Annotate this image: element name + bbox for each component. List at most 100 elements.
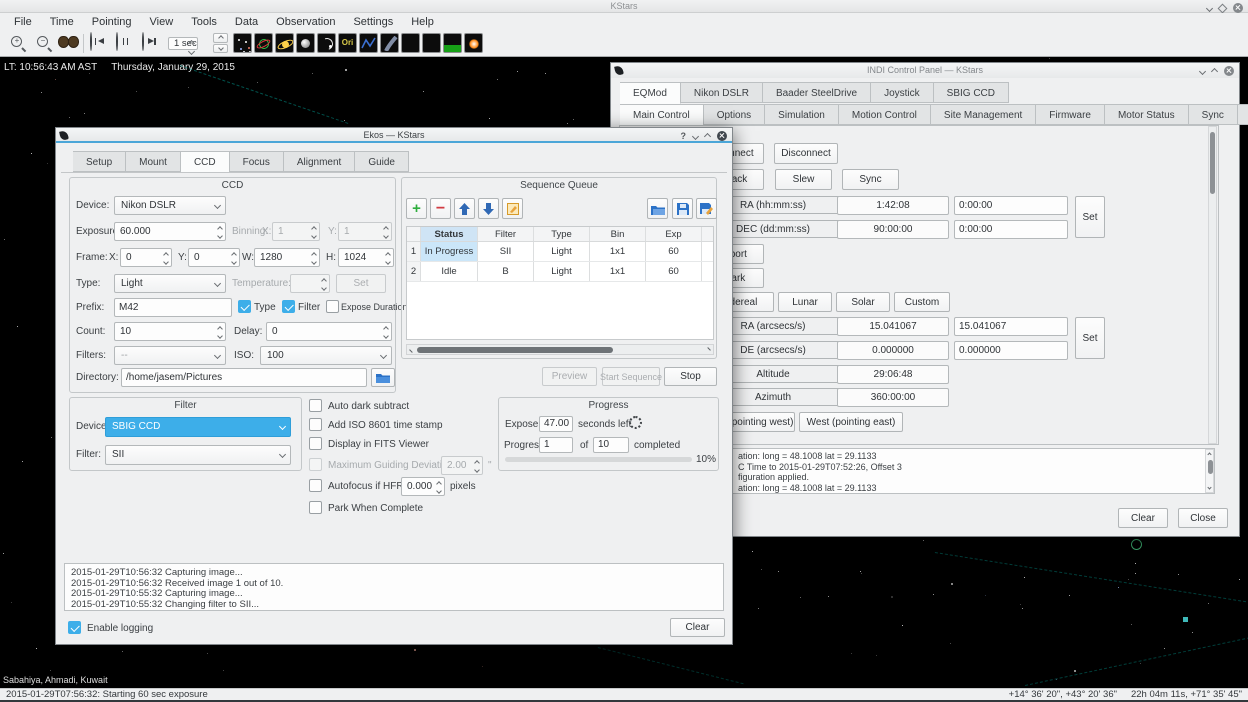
lunar-button[interactable]: Lunar (778, 292, 832, 312)
increase-step-icon[interactable] (213, 33, 228, 43)
ekos-tab[interactable]: CCD (181, 151, 230, 173)
ekos-tab[interactable]: Guide (355, 151, 409, 172)
indi-sub-tab[interactable]: Main Control (620, 104, 704, 126)
browse-directory-button[interactable] (371, 368, 395, 387)
indi-sub-tab[interactable]: Motion Control (839, 104, 931, 125)
constellation-lines-toggle-icon[interactable] (359, 33, 378, 53)
comets-toggle-icon[interactable] (317, 33, 336, 53)
indi-sub-tab[interactable]: Firmware (1036, 104, 1105, 125)
stop-button[interactable]: Stop (664, 367, 717, 386)
indi-titlebar[interactable]: INDI Control Panel — KStars (611, 63, 1239, 78)
filter-select[interactable]: SII (105, 445, 291, 465)
add-job-icon[interactable]: + (406, 198, 427, 219)
iso-select[interactable]: 100 (260, 346, 392, 365)
ccd-device-select[interactable]: Nikon DSLR (114, 196, 226, 215)
autofocus-checkbox[interactable] (309, 479, 322, 492)
stars-toggle-icon[interactable] (233, 33, 252, 53)
fits-viewer-checkbox[interactable] (309, 437, 322, 450)
set-coords-button[interactable]: Set (1075, 196, 1105, 238)
ekos-tab[interactable]: Focus (230, 151, 284, 172)
indi-sub-tab[interactable]: Options (704, 104, 765, 125)
column-status[interactable]: Status (421, 227, 478, 241)
ground-toggle-icon[interactable] (443, 33, 462, 53)
open-sequence-icon[interactable] (647, 198, 668, 219)
unshade-window-icon[interactable] (704, 132, 711, 139)
planets-toggle-icon[interactable] (275, 33, 294, 53)
filter-device-select[interactable]: SBIG CCD (105, 417, 291, 437)
solar-button[interactable]: Solar (836, 292, 890, 312)
step-forward-icon[interactable] (142, 32, 144, 51)
maximize-window-icon[interactable] (1218, 3, 1228, 13)
count-spinner[interactable]: 10 (114, 322, 226, 341)
close-window-icon[interactable] (1224, 66, 1234, 76)
frame-w-spinner[interactable]: 1280 (254, 248, 320, 267)
prefix-filter-checkbox[interactable] (282, 300, 295, 313)
close-window-icon[interactable] (717, 131, 727, 141)
milky-way-toggle-icon[interactable] (380, 33, 399, 53)
frame-y-spinner[interactable]: 0 (188, 248, 240, 267)
step-backward-icon[interactable] (90, 32, 92, 51)
indi-device-tab[interactable]: SBIG CCD (934, 82, 1009, 103)
decrease-step-icon[interactable] (213, 44, 228, 54)
slew-button[interactable]: Slew (775, 169, 832, 190)
menu-item[interactable]: File (5, 16, 41, 28)
custom-button[interactable]: Custom (894, 292, 950, 312)
de-rate-input-field[interactable]: 0.000000 (954, 341, 1068, 360)
menu-item[interactable]: View (141, 16, 183, 28)
indi-device-tab[interactable]: Joystick (871, 82, 934, 103)
scroll-left-icon[interactable] (409, 347, 415, 353)
exposure-spinner[interactable]: 60.000 (114, 222, 226, 241)
ekos-tab[interactable]: Setup (73, 151, 126, 172)
sequence-hscrollbar[interactable] (406, 344, 714, 355)
ekos-tab[interactable]: Alignment (284, 151, 355, 172)
indi-pane-scrollbar[interactable] (1208, 126, 1217, 444)
frame-h-spinner[interactable]: 1024 (338, 248, 394, 267)
sync-button[interactable]: Sync (842, 169, 899, 190)
constellation-names-toggle-icon[interactable]: Ori (338, 33, 357, 53)
menu-item[interactable]: Time (41, 16, 83, 28)
time-step-spinner[interactable]: 1 sec (168, 37, 198, 50)
ekos-titlebar[interactable]: Ekos — KStars ? (56, 128, 732, 143)
menu-item[interactable]: Observation (267, 16, 344, 28)
prefix-type-checkbox[interactable] (238, 300, 251, 313)
sequence-row[interactable]: 2 Idle B Light 1x1 60 (407, 262, 713, 282)
directory-field[interactable]: /home/jasem/Pictures (121, 368, 367, 387)
shade-window-icon[interactable] (1206, 4, 1213, 11)
enable-logging-checkbox[interactable] (68, 621, 81, 634)
moon-toggle-icon[interactable] (296, 33, 315, 53)
scroll-right-icon[interactable] (705, 347, 711, 353)
horizontal-grid-toggle-icon[interactable] (422, 33, 441, 53)
indi-close-button[interactable]: Close (1178, 508, 1228, 528)
equatorial-grid-toggle-icon[interactable] (401, 33, 420, 53)
sequence-row[interactable]: 1 In Progress SII Light 1x1 60 (407, 242, 713, 262)
frame-type-select[interactable]: Light (114, 274, 226, 293)
move-job-down-icon[interactable] (478, 198, 499, 219)
indi-device-tab[interactable]: EQMod (620, 82, 681, 104)
menu-item[interactable]: Data (226, 16, 267, 28)
indi-clear-button[interactable]: Clear (1118, 508, 1168, 528)
delay-spinner[interactable]: 0 (266, 322, 392, 341)
indi-sub-tab[interactable]: Align (1238, 104, 1248, 125)
move-job-up-icon[interactable] (454, 198, 475, 219)
park-checkbox[interactable] (309, 501, 322, 514)
ra-input-field[interactable]: 0:00:00 (954, 196, 1068, 215)
shade-window-icon[interactable] (1199, 67, 1206, 74)
menu-item[interactable]: Tools (182, 16, 226, 28)
indi-sub-tab[interactable]: Motor Status (1105, 104, 1189, 125)
save-sequence-as-icon[interactable] (696, 198, 717, 219)
unshade-window-icon[interactable] (1211, 67, 1218, 74)
remove-job-icon[interactable]: − (430, 198, 451, 219)
indi-log-scrollbar[interactable] (1205, 449, 1214, 493)
column-bin[interactable]: Bin (590, 227, 646, 241)
menu-item[interactable]: Settings (344, 16, 402, 28)
menu-item[interactable]: Pointing (83, 16, 141, 28)
edit-job-icon[interactable] (502, 198, 523, 219)
scrollbar-thumb[interactable] (1210, 132, 1215, 194)
menu-item[interactable]: Help (402, 16, 443, 28)
indi-sub-tab[interactable]: Sync (1189, 104, 1238, 125)
dec-input-field[interactable]: 0:00:00 (954, 220, 1068, 239)
deep-sky-objects-toggle-icon[interactable] (254, 33, 273, 53)
frame-x-spinner[interactable]: 0 (120, 248, 172, 267)
ekos-tab[interactable]: Mount (126, 151, 181, 172)
set-rates-button[interactable]: Set (1075, 317, 1105, 359)
